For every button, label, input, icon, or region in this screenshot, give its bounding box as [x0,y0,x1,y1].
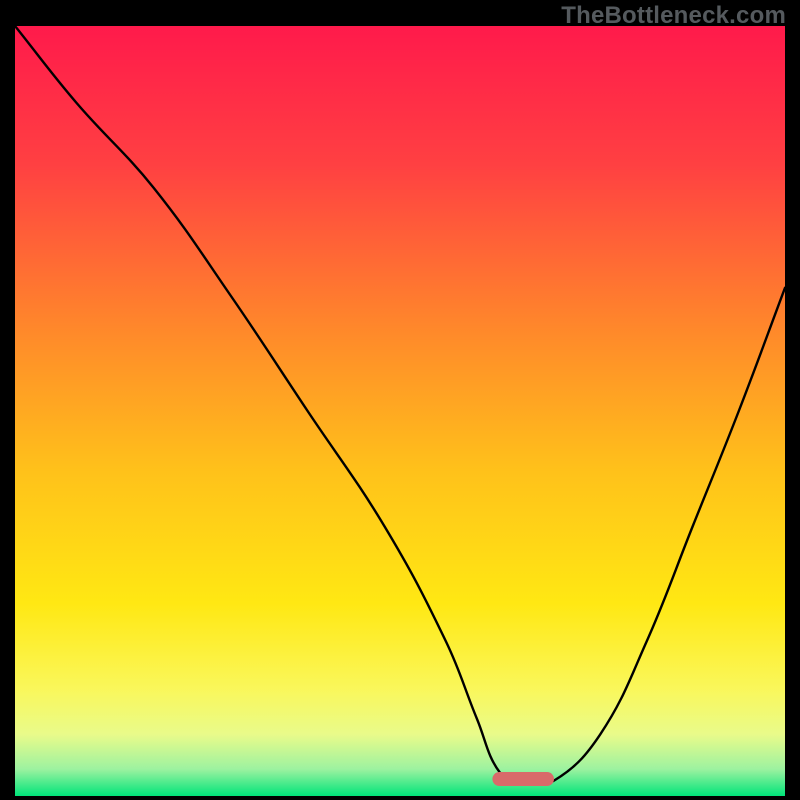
bottleneck-chart [15,26,785,796]
chart-frame [15,26,785,796]
optimal-range-marker [492,772,554,786]
gradient-background [15,26,785,796]
